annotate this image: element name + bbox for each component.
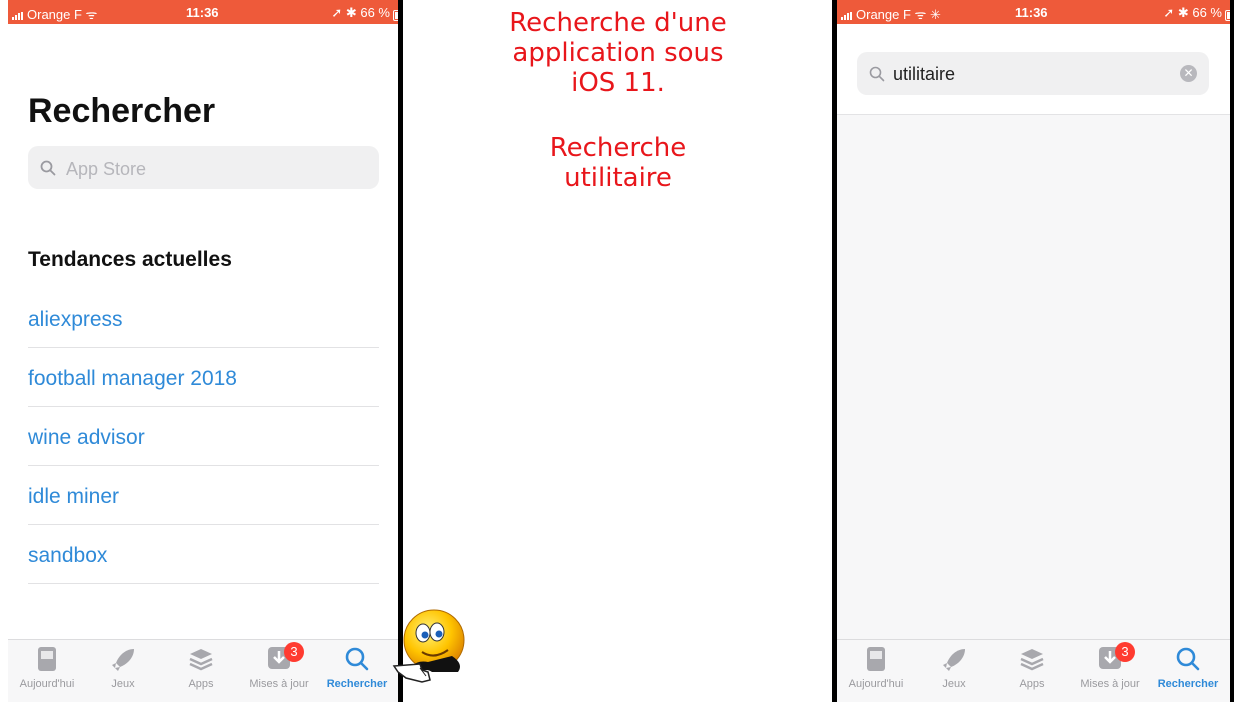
caption-text: Recherche d'une application sous iOS 11.…	[408, 8, 828, 193]
tab-today[interactable]: Aujourd'hui	[837, 646, 915, 690]
tab-search[interactable]: Rechercher	[318, 646, 396, 690]
tab-games-label: Jeux	[942, 678, 966, 690]
left-phone-screen: Orange F ᯤ 11:36 ➚ ✱ 66 % Rechercher App…	[8, 0, 398, 702]
status-time: 11:36	[1015, 5, 1048, 20]
tab-today-label: Aujourd'hui	[848, 678, 904, 690]
carrier-label: Orange F	[856, 7, 911, 22]
today-icon	[867, 647, 885, 671]
battery-percent: 66 %	[1192, 5, 1222, 20]
search-icon	[345, 647, 369, 671]
signal-icon	[12, 11, 23, 20]
carrier-label: Orange F	[27, 7, 82, 22]
tab-games[interactable]: Jeux	[915, 646, 993, 690]
tab-bar: Aujourd'hui Jeux Apps 3 Mises à jour Rec…	[837, 639, 1230, 702]
tab-updates-label: Mises à jour	[249, 678, 309, 690]
caption-line: application sous	[512, 38, 724, 68]
tab-search-label: Rechercher	[1157, 678, 1219, 690]
trending-item[interactable]: aliexpress	[28, 289, 379, 348]
signal-icon	[841, 11, 852, 20]
updates-badge: 3	[1115, 642, 1135, 662]
battery-percent: 66 %	[360, 5, 390, 20]
tab-apps[interactable]: Apps	[993, 646, 1071, 690]
tab-apps-label: Apps	[1019, 678, 1045, 690]
tab-apps[interactable]: Apps	[162, 646, 240, 690]
panel-divider	[1230, 0, 1234, 702]
search-input[interactable]: utilitaire ✕	[857, 52, 1209, 95]
tab-search-label: Rechercher	[326, 678, 388, 690]
trending-item-label: aliexpress	[28, 308, 123, 331]
search-value: utilitaire	[893, 64, 956, 84]
tab-updates[interactable]: 3 Mises à jour	[240, 642, 318, 690]
trending-item[interactable]: sandbox	[28, 525, 379, 584]
status-time: 11:36	[186, 5, 219, 20]
tab-search[interactable]: Rechercher	[1149, 646, 1227, 690]
trending-item[interactable]: football manager 2018	[28, 348, 379, 407]
clear-icon[interactable]: ✕	[1180, 65, 1197, 82]
results-area	[837, 114, 1230, 640]
trending-item[interactable]: idle miner	[28, 466, 379, 525]
tab-updates[interactable]: 3 Mises à jour	[1071, 642, 1149, 690]
apps-stack-icon	[189, 649, 213, 671]
trending-item-label: football manager 2018	[28, 367, 237, 390]
search-icon	[869, 66, 885, 82]
status-bar: Orange F ᯤ ✳ 11:36 ➚ ✱ 66 %	[837, 0, 1230, 24]
rocket-icon	[943, 649, 965, 671]
trending-item-label: wine advisor	[28, 426, 145, 449]
tab-apps-label: Apps	[188, 678, 214, 690]
tab-games-label: Jeux	[111, 678, 135, 690]
caption-line: Recherche d'une	[509, 8, 727, 38]
trending-item-label: idle miner	[28, 485, 120, 508]
caption-line: Recherche	[549, 133, 687, 163]
apps-stack-icon	[1020, 649, 1044, 671]
search-placeholder: App Store	[66, 159, 147, 179]
trending-item[interactable]: wine advisor	[28, 407, 379, 466]
search-icon	[40, 160, 56, 176]
tab-games[interactable]: Jeux	[84, 646, 162, 690]
right-phone-screen: Orange F ᯤ ✳ 11:36 ➚ ✱ 66 % utilitaire ✕…	[837, 0, 1230, 702]
status-bar: Orange F ᯤ 11:36 ➚ ✱ 66 %	[8, 0, 398, 24]
tab-bar: Aujourd'hui Jeux Apps 3 Mises à jour Rec…	[8, 639, 398, 702]
tab-today-label: Aujourd'hui	[19, 678, 75, 690]
tab-today[interactable]: Aujourd'hui	[8, 646, 86, 690]
tab-updates-label: Mises à jour	[1080, 678, 1140, 690]
search-input[interactable]: App Store	[28, 146, 379, 189]
caption-line: utilitaire	[564, 163, 672, 193]
page-title: Rechercher	[28, 92, 216, 130]
smiley-pointing-icon	[392, 609, 465, 683]
caption-line: iOS 11.	[571, 68, 665, 98]
updates-badge: 3	[284, 642, 304, 662]
trending-item-label: sandbox	[28, 544, 108, 567]
rocket-icon	[112, 649, 134, 671]
panel-divider	[398, 0, 403, 702]
today-icon	[38, 647, 56, 671]
trending-heading: Tendances actuelles	[28, 248, 232, 271]
search-icon	[1176, 647, 1200, 671]
